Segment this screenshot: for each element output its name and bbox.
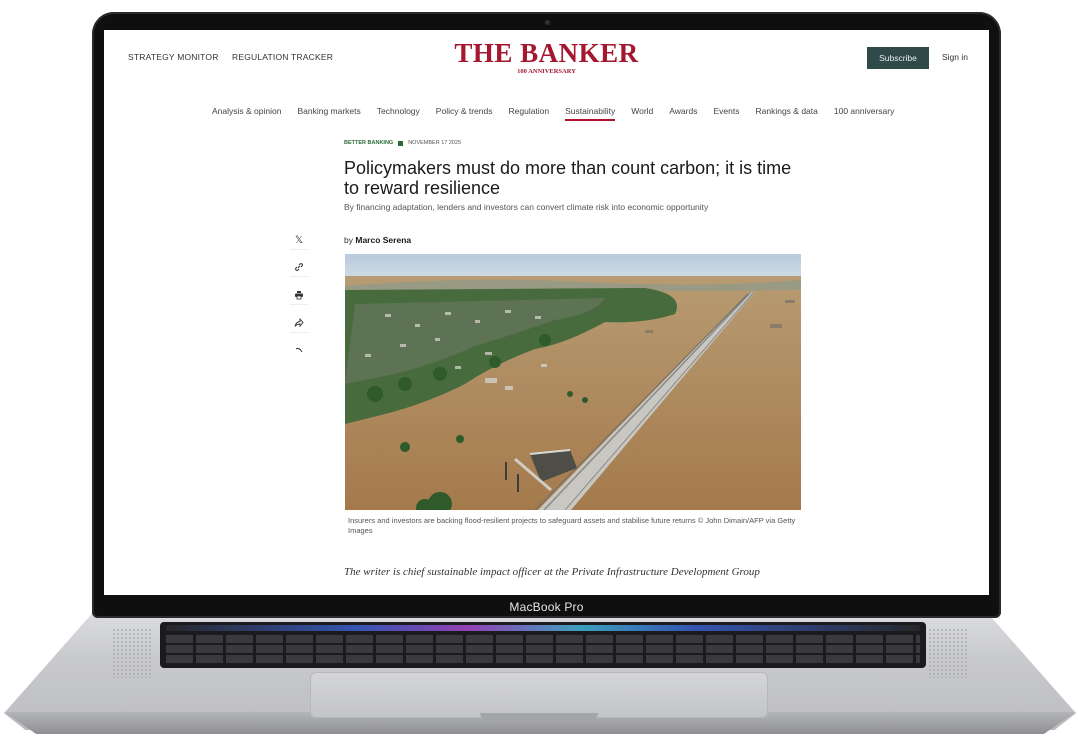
publish-date: NOVEMBER 17 2025 <box>408 140 462 146</box>
touch-bar <box>166 625 920 631</box>
nav-awards[interactable]: Awards <box>669 106 697 116</box>
keyboard <box>160 622 926 668</box>
site-logo[interactable]: THE BANKER <box>104 38 989 69</box>
more-share-icon[interactable] <box>290 341 308 359</box>
nav-events[interactable]: Events <box>713 106 739 116</box>
browser-viewport: STRATEGY MONITOR REGULATION TRACKER THE … <box>104 30 989 595</box>
site-header: STRATEGY MONITOR REGULATION TRACKER THE … <box>104 30 989 82</box>
logo-anniversary-tag: 100 ANNIVERSARY <box>517 68 576 75</box>
nav-policy-trends[interactable]: Policy & trends <box>436 106 493 116</box>
print-icon[interactable] <box>290 286 308 305</box>
camera <box>544 20 550 25</box>
article-kicker: BETTER BANKING NOVEMBER 17 2025 <box>344 140 461 146</box>
image-caption: Insurers and investors are backing flood… <box>348 516 796 535</box>
nav-banking-markets[interactable]: Banking markets <box>297 106 360 116</box>
laptop-model-label: MacBook Pro <box>509 599 584 614</box>
laptop-display: MacBook Pro STRATEGY MONITOR REGULATION … <box>92 12 1001 618</box>
nav-technology[interactable]: Technology <box>377 106 420 116</box>
x-icon[interactable]: 𝕏 <box>290 231 308 250</box>
nav-sustainability[interactable]: Sustainability <box>565 106 616 121</box>
writer-note: The writer is chief sustainable impact o… <box>344 566 760 578</box>
nav-regulation[interactable]: Regulation <box>509 106 550 116</box>
kicker-separator <box>398 140 404 146</box>
article-standfirst: By financing adaptation, lenders and inv… <box>344 202 709 212</box>
hero-image-flooded-bridge <box>345 254 801 510</box>
share-icon[interactable] <box>290 314 308 333</box>
sign-in-link[interactable]: Sign in <box>942 52 968 62</box>
link-icon[interactable] <box>290 258 308 277</box>
article-headline: Policymakers must do more than count car… <box>344 158 792 198</box>
section-tag[interactable]: BETTER BANKING <box>344 140 393 146</box>
nav-100-anniversary[interactable]: 100 anniversary <box>834 106 894 116</box>
byline: by Marco Serena <box>344 235 411 245</box>
lid-opening-notch <box>480 713 598 720</box>
subscribe-button[interactable]: Subscribe <box>867 47 929 69</box>
right-speaker-grille <box>928 628 968 678</box>
left-speaker-grille <box>112 628 152 678</box>
trackpad <box>310 672 768 718</box>
nav-analysis-opinion[interactable]: Analysis & opinion <box>212 106 281 116</box>
byline-prefix: by <box>344 235 353 245</box>
nav-rankings-data[interactable]: Rankings & data <box>755 106 817 116</box>
nav-world[interactable]: World <box>631 106 653 116</box>
main-navigation: Analysis & opinion Banking markets Techn… <box>104 106 989 122</box>
author-link[interactable]: Marco Serena <box>355 235 411 245</box>
